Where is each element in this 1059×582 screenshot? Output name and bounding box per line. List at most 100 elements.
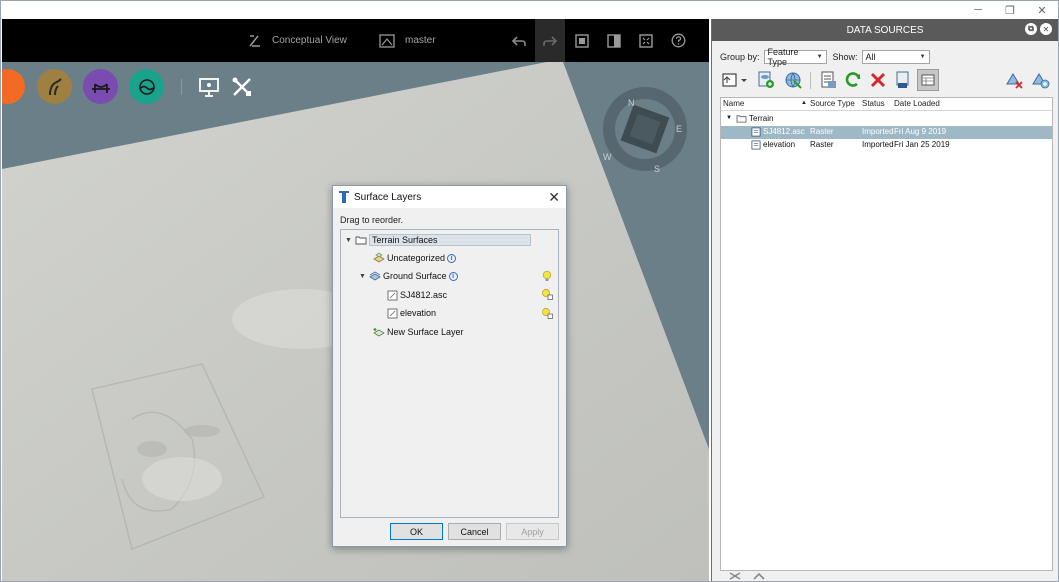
dialog-close-icon[interactable]: ✕	[548, 189, 560, 206]
import-web-button[interactable]	[782, 69, 804, 91]
tree-label: Uncategorized	[387, 253, 446, 263]
tools-icon	[232, 77, 251, 96]
panel-float-icon[interactable]: ⧉	[1025, 23, 1037, 35]
restore-button[interactable]: ❐	[994, 1, 1026, 19]
dialog-button-row: OK Cancel Apply	[333, 523, 566, 545]
properties-button[interactable]	[817, 69, 839, 91]
fullscreen-button[interactable]	[631, 19, 661, 62]
roads-tool-button[interactable]	[37, 69, 72, 104]
water-tool-button[interactable]	[129, 69, 164, 104]
globe-icon	[785, 72, 802, 89]
show-select[interactable]: All ▼	[861, 50, 930, 64]
tree-item-elevation[interactable]: elevation	[387, 305, 436, 321]
tree-item-terrain-surfaces[interactable]: ▼ Terrain Surfaces	[345, 232, 531, 248]
lightbulb-edit-icon[interactable]	[541, 288, 553, 300]
settings-tools-button[interactable]	[229, 74, 255, 100]
redo-button[interactable]	[535, 19, 565, 62]
apply-button[interactable]: Apply	[506, 523, 559, 540]
table-header: Name ▲ Source Type Status Date Loaded	[721, 98, 1052, 111]
screenshot-icon	[575, 33, 589, 48]
redo-icon	[543, 35, 558, 46]
expand-arrow-icon[interactable]: ▼	[345, 237, 355, 244]
table-row[interactable]: SJ4812.asc Raster Imported Fri Aug 9 201…	[721, 126, 1052, 139]
info-icon[interactable]: i	[447, 253, 457, 263]
bridges-tool-button[interactable]	[83, 69, 118, 104]
raster-file-icon	[387, 290, 398, 300]
table-row[interactable]: elevation Raster Imported Fri Jan 25 201…	[721, 139, 1052, 152]
folder-icon	[355, 236, 367, 245]
minimize-button[interactable]: ─	[962, 1, 994, 19]
lightbulb-edit-icon[interactable]	[541, 307, 553, 319]
bridge-icon	[91, 82, 110, 93]
export-button[interactable]	[892, 69, 914, 91]
tree-item-ground-surface[interactable]: ▼ Ground Surface i	[359, 268, 458, 284]
panel-toggle-button[interactable]	[599, 19, 629, 62]
presentation-icon	[199, 78, 219, 97]
panel-close-icon[interactable]: ✕	[1040, 23, 1052, 35]
tree-label: Ground Surface	[383, 271, 447, 281]
feature-remove-icon	[1006, 73, 1023, 89]
add-data-button[interactable]	[720, 69, 750, 91]
undo-icon	[511, 35, 526, 46]
collapse-icon[interactable]	[728, 571, 742, 581]
surface-layer-tree[interactable]: ▼ Terrain Surfaces Uncategorized i ▼ Gro…	[340, 229, 559, 518]
tree-item-sj4812[interactable]: SJ4812.asc	[387, 287, 447, 303]
remove-button[interactable]	[867, 69, 889, 91]
row-name: SJ4812.asc	[763, 127, 805, 136]
expand-arrow-icon[interactable]: ▼	[726, 115, 732, 121]
help-icon	[671, 33, 685, 48]
tree-item-new-surface-layer[interactable]: New Surface Layer	[373, 324, 464, 340]
cancel-button[interactable]: Cancel	[448, 523, 501, 540]
info-icon[interactable]: i	[448, 271, 458, 281]
tree-item-uncategorized[interactable]: Uncategorized i	[373, 250, 457, 266]
remove-feature-button[interactable]	[1003, 69, 1025, 91]
ok-button[interactable]: OK	[390, 523, 443, 540]
compass-west: W	[603, 152, 612, 162]
branch-label: master	[405, 35, 436, 46]
panel-footer	[720, 571, 1059, 581]
expand-arrow-icon[interactable]: ▼	[359, 273, 369, 280]
row-date: Fri Jan 25 2019	[894, 140, 950, 149]
chevron-up-icon[interactable]	[752, 571, 766, 581]
surface-icon	[369, 271, 381, 281]
compass-widget[interactable]: N E S W	[600, 84, 690, 174]
dialog-title-bar[interactable]: Surface Layers ✕	[333, 186, 566, 208]
group-label: Terrain	[749, 114, 774, 123]
application-window: ─ ❐ ✕ Conceptual View master N E S W Sur…	[0, 0, 1059, 582]
table-view-button[interactable]	[917, 69, 939, 91]
view-mode-selector[interactable]: Conceptual View	[248, 19, 347, 62]
raster-file-icon	[751, 140, 761, 152]
database-add-icon	[758, 71, 774, 88]
presentation-button[interactable]	[196, 74, 222, 100]
column-header-source-type[interactable]: Source Type	[810, 99, 855, 108]
toolbar-separator	[810, 72, 811, 89]
add-layer-icon	[373, 328, 385, 337]
feature-add-icon	[1032, 73, 1050, 89]
refresh-button[interactable]	[842, 69, 864, 91]
data-sources-table[interactable]: Name ▲ Source Type Status Date Loaded ▼ …	[720, 97, 1053, 571]
group-by-select[interactable]: Feature Type ▼	[763, 47, 827, 67]
column-header-name[interactable]: Name	[723, 99, 744, 108]
undo-button[interactable]	[504, 19, 534, 62]
data-sources-toolbar	[720, 69, 1054, 93]
show-value: All	[865, 52, 876, 62]
view-mode-label: Conceptual View	[272, 35, 347, 46]
help-button[interactable]	[663, 19, 693, 62]
folder-icon	[736, 114, 747, 125]
lightbulb-icon[interactable]	[541, 270, 553, 282]
add-feature-button[interactable]	[1029, 69, 1051, 91]
group-by-label: Group by:	[720, 52, 760, 62]
group-by-bar: Group by: Feature Type ▼ Show: All ▼	[720, 47, 930, 67]
group-row-terrain[interactable]: ▼ Terrain	[721, 113, 1052, 126]
close-button[interactable]: ✕	[1026, 1, 1058, 19]
dialog-title: Surface Layers	[354, 191, 422, 203]
column-header-status[interactable]: Status	[862, 99, 885, 108]
tree-label: SJ4812.asc	[400, 290, 448, 300]
sort-ascending-icon: ▲	[801, 100, 807, 106]
raster-file-icon	[751, 127, 761, 139]
screenshot-button[interactable]	[567, 19, 597, 62]
import-database-button[interactable]	[755, 69, 777, 91]
branch-selector[interactable]: master	[379, 19, 436, 62]
column-header-date-loaded[interactable]: Date Loaded	[894, 99, 940, 108]
show-label: Show:	[832, 52, 858, 62]
